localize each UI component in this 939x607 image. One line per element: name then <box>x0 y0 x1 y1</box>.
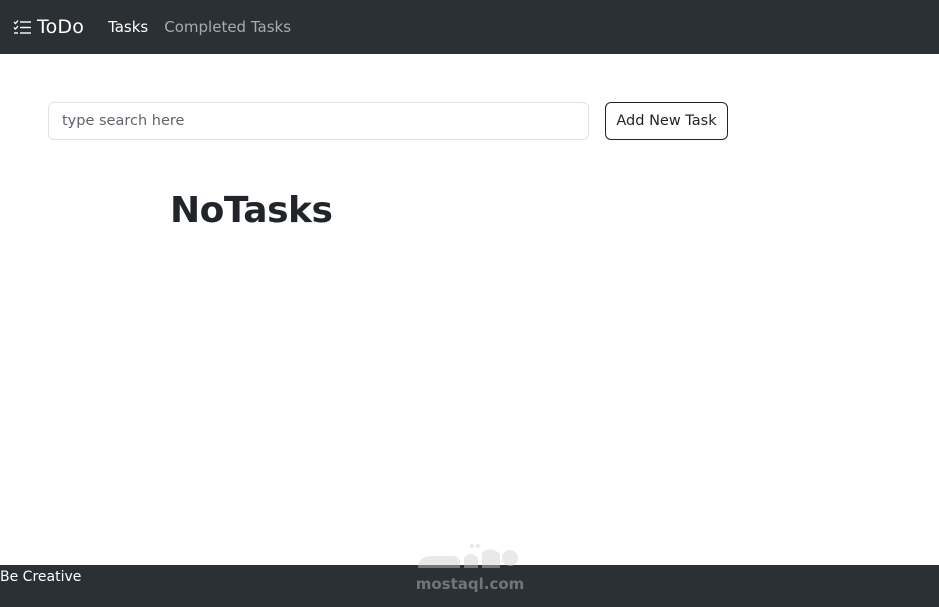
brand-link[interactable]: ToDo <box>13 16 84 38</box>
nav-link-completed-tasks[interactable]: Completed Tasks <box>164 18 291 36</box>
add-new-task-button[interactable]: Add New Task <box>605 102 728 140</box>
checklist-icon <box>13 20 31 34</box>
footer: Be Creative <box>0 565 939 607</box>
nav-link-tasks[interactable]: Tasks <box>108 18 148 36</box>
navbar: ToDo Tasks Completed Tasks <box>0 0 939 54</box>
search-row: Add New Task <box>48 102 728 140</box>
brand-text: ToDo <box>37 16 85 38</box>
search-input[interactable] <box>48 102 589 140</box>
footer-text: Be Creative <box>0 569 82 585</box>
empty-state-title: NoTasks <box>170 190 333 231</box>
